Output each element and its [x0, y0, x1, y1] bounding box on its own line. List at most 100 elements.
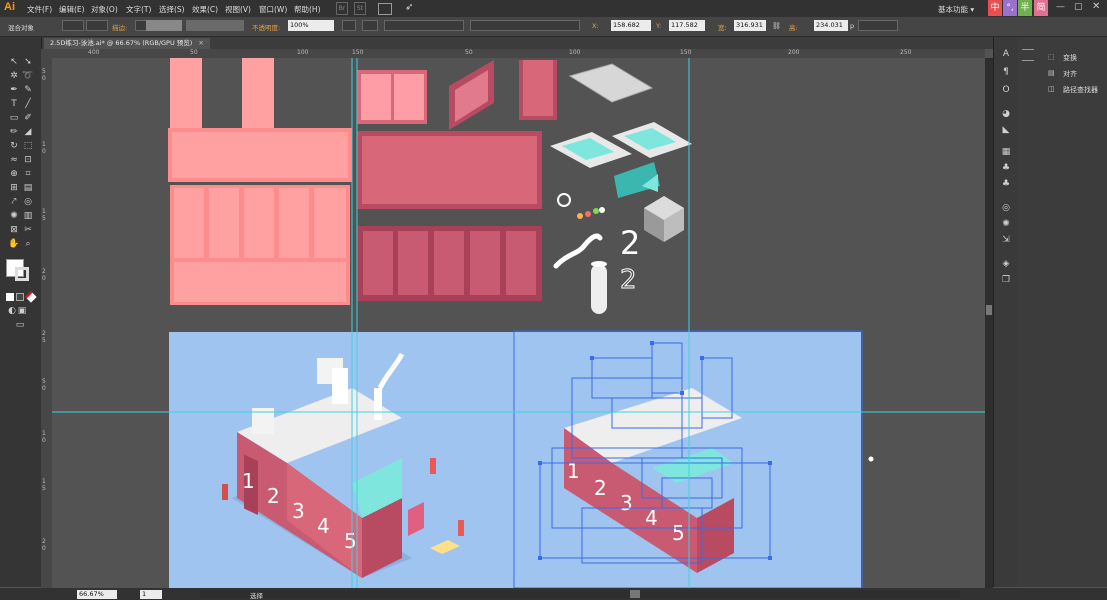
isometric-parts[interactable]: 2 2	[550, 63, 692, 314]
artboard-tool-icon[interactable]: ⊠	[8, 224, 20, 236]
transform-icon[interactable]: ⬚	[1048, 53, 1055, 61]
menu-select[interactable]: 选择(S)	[159, 4, 185, 15]
swatches-panel-icon[interactable]: ▦	[1000, 147, 1012, 157]
stroke-swatch[interactable]	[86, 20, 108, 31]
crimson-wall-pieces[interactable]	[357, 60, 557, 301]
perspective-grid-icon[interactable]: ⌗	[22, 168, 34, 180]
column-graph-icon[interactable]: ▥	[22, 210, 34, 222]
symbols-panel-icon[interactable]: ♣	[1000, 179, 1012, 189]
menu-type[interactable]: 文字(T)	[126, 4, 151, 15]
align-icon[interactable]: ▤	[1048, 69, 1055, 77]
horizontal-scrollbar[interactable]	[200, 590, 960, 598]
y-input[interactable]: 117.582	[669, 20, 705, 31]
type-tool-icon[interactable]: T	[8, 98, 20, 110]
pink-floor-pieces[interactable]	[168, 58, 352, 305]
slice-tool-icon[interactable]: ✂	[22, 224, 34, 236]
zoom-input[interactable]: 66.67%	[77, 590, 117, 599]
export-panel-icon[interactable]: ⇲	[1000, 235, 1012, 245]
artboard-right-selected[interactable]: 1 2 3 4 5	[513, 330, 874, 588]
bridge-button[interactable]: Br	[336, 2, 348, 15]
align-icon[interactable]	[362, 20, 378, 31]
width-input[interactable]: 316.931	[734, 20, 766, 31]
artboard-left[interactable]: 1 2 3 4 5	[169, 332, 515, 588]
zoom-tool-icon[interactable]: ⌕	[22, 238, 34, 250]
scale-icon[interactable]: ⬚	[22, 140, 34, 152]
color-panel-icon[interactable]: ◕	[1000, 109, 1012, 119]
none-mode-icon[interactable]	[25, 291, 37, 303]
artboard-number-input[interactable]: 1	[140, 590, 162, 599]
transform-buttons[interactable]	[858, 20, 898, 31]
close-icon[interactable]: ✕	[1092, 1, 1100, 12]
layers-panel-icon[interactable]: ◈	[1000, 259, 1012, 269]
free-transform-icon[interactable]: ⊡	[22, 154, 34, 166]
panel-align[interactable]: 对齐	[1063, 69, 1077, 79]
ime-simplified[interactable]: 简	[1034, 0, 1048, 16]
color-mode-icon[interactable]	[6, 293, 14, 301]
gradient-panel-icon[interactable]: ◣	[1000, 125, 1012, 135]
hamburger-icon[interactable]	[1022, 49, 1034, 61]
draw-behind-icon[interactable]: ▣	[16, 305, 28, 317]
appearance-panel-icon[interactable]: ◎	[1000, 203, 1012, 213]
character-panel-icon[interactable]: A	[1000, 49, 1012, 59]
symbol-sprayer-icon[interactable]: ✺	[8, 210, 20, 222]
opacity-label[interactable]: 不透明度:	[252, 22, 280, 32]
pencil-icon[interactable]: ✏	[8, 126, 20, 138]
recolor-icon[interactable]	[342, 20, 356, 31]
minimize-icon[interactable]: —	[1056, 2, 1065, 12]
height-input[interactable]: 234.031	[814, 20, 848, 31]
stroke-color-swatch[interactable]	[15, 267, 29, 281]
panel-pathfinder[interactable]: 路径查找器	[1063, 85, 1098, 95]
width-tool-icon[interactable]: ≈	[8, 154, 20, 166]
lasso-icon[interactable]: ➰	[22, 70, 34, 82]
shape-builder-icon[interactable]: ⊕	[8, 168, 20, 180]
tab-close-icon[interactable]: ✕	[198, 39, 203, 47]
variable-width-profile[interactable]	[186, 20, 244, 31]
stock-button[interactable]: St	[354, 2, 366, 15]
artboards-panel-icon[interactable]: ❐	[1000, 275, 1012, 285]
brushes-panel-icon[interactable]: ♣	[1000, 163, 1012, 173]
gradient-tool-icon[interactable]: ▤	[22, 182, 34, 194]
menu-file[interactable]: 文件(F)	[27, 4, 52, 15]
vertical-scrollbar[interactable]	[985, 58, 993, 588]
blend-tool-icon[interactable]: ◎	[22, 196, 34, 208]
maximize-icon[interactable]: ▢	[1074, 2, 1083, 12]
selection-tool-icon[interactable]: ↖	[8, 56, 20, 68]
opacity-input[interactable]: 100%	[288, 20, 334, 31]
document-tab[interactable]: 2.5D练习-泳池.ai* @ 66.67% (RGB/GPU 预览) ✕	[44, 38, 210, 49]
paragraph-panel-icon[interactable]: ¶	[1000, 67, 1012, 77]
pen-tool-icon[interactable]: ✒	[8, 84, 20, 96]
arrange-documents-icon[interactable]	[378, 3, 392, 15]
vertical-scroll-thumb[interactable]	[986, 305, 992, 315]
menu-window[interactable]: 窗口(W)	[259, 4, 287, 15]
rectangle-tool-icon[interactable]: ▭	[8, 112, 20, 124]
rotate-icon[interactable]: ↻	[8, 140, 20, 152]
menu-help[interactable]: 帮助(H)	[294, 4, 321, 15]
curvature-tool-icon[interactable]: ✎	[22, 84, 34, 96]
direct-selection-tool-icon[interactable]: ➘	[22, 56, 34, 68]
stroke-label[interactable]: 描边:	[112, 22, 127, 32]
magic-wand-icon[interactable]: ✲	[8, 70, 20, 82]
line-tool-icon[interactable]: ╱	[22, 98, 34, 110]
ime-chinese[interactable]: 中	[988, 0, 1002, 16]
menu-object[interactable]: 对象(O)	[91, 4, 118, 15]
align-buttons[interactable]	[384, 20, 464, 31]
gradient-mode-icon[interactable]	[16, 293, 24, 301]
menu-view[interactable]: 视图(V)	[225, 4, 251, 15]
ime-punct[interactable]: °,	[1003, 0, 1017, 16]
horizontal-scroll-thumb[interactable]	[630, 590, 640, 598]
screen-mode-icon[interactable]: ▭	[14, 319, 26, 331]
workspace-switcher[interactable]: 基本功能 ▾	[938, 4, 974, 15]
mesh-tool-icon[interactable]: ⊞	[8, 182, 20, 194]
stroke-weight-field[interactable]	[146, 20, 182, 31]
panel-transform[interactable]: 变换	[1063, 53, 1077, 63]
graphic-styles-icon[interactable]: ✺	[1000, 219, 1012, 229]
eraser-icon[interactable]: ◢	[22, 126, 34, 138]
paintbrush-icon[interactable]: ✐	[22, 112, 34, 124]
constrain-proportions-icon[interactable]: ⛓	[772, 22, 781, 30]
menu-effect[interactable]: 效果(C)	[192, 4, 218, 15]
canvas[interactable]: 2 2 1 2 3 4 5 1 2 3 4 5	[52, 58, 985, 588]
distribute-buttons[interactable]	[470, 20, 580, 31]
menu-edit[interactable]: 编辑(E)	[59, 4, 85, 15]
hand-tool-icon[interactable]: ✋	[8, 238, 20, 250]
publish-icon[interactable]: ➶	[405, 2, 413, 13]
